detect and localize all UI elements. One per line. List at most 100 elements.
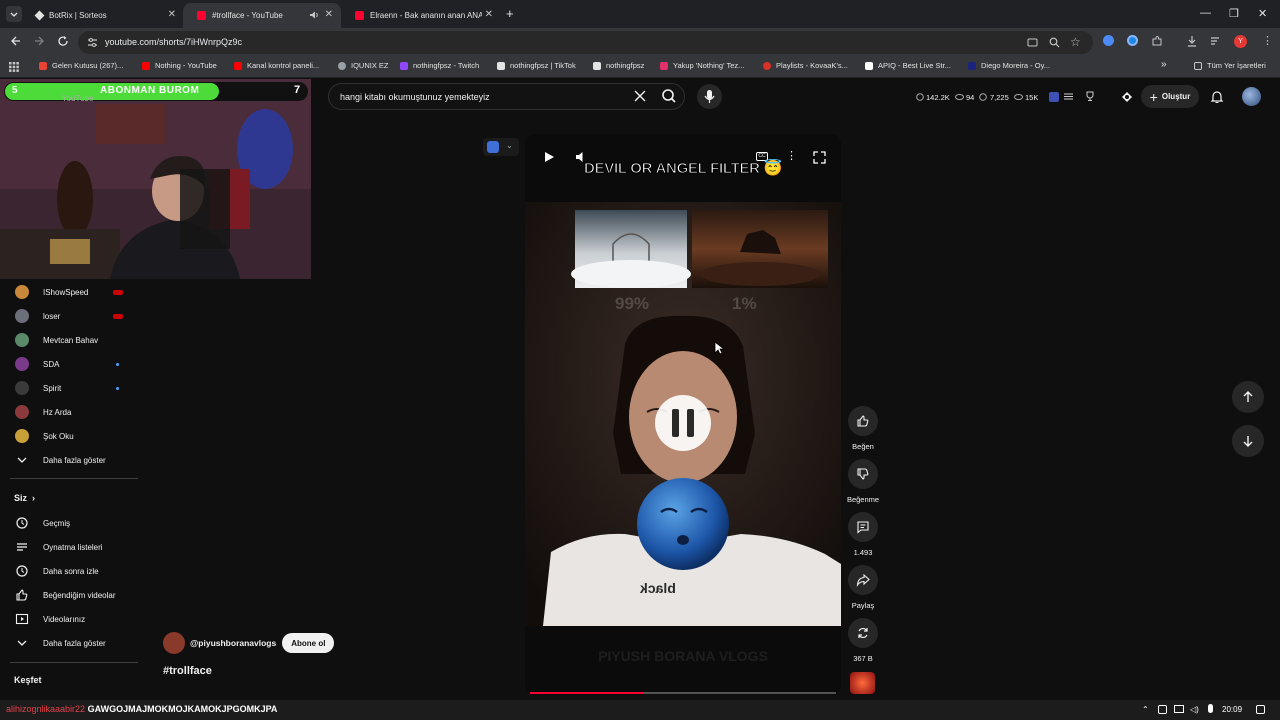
- ticker-username: alihizognlikaaabir22: [6, 704, 86, 714]
- shorts-upload-icon[interactable]: [1120, 90, 1134, 104]
- sidebar-item-liked[interactable]: Beğendiğim videolar: [0, 583, 138, 607]
- zoom-icon[interactable]: [1049, 37, 1060, 48]
- new-tab-icon[interactable]: +: [506, 6, 514, 21]
- bookmark-tiktok[interactable]: nothingfpsz | TikTok: [497, 61, 576, 70]
- bookmark-kovaaks[interactable]: Playlists - KovaaK's...: [763, 61, 848, 70]
- sidebar-you-heading[interactable]: Siz ›: [14, 493, 35, 503]
- bookmark-studio[interactable]: Kanal kontrol paneli...: [234, 61, 319, 70]
- extensions-puzzle-icon[interactable]: [1151, 35, 1163, 47]
- ticker-message: GAWGOJMAJMOKMOJKAMOKJPGOMKJPA: [87, 704, 278, 714]
- sidebar-item-label: Spirit: [43, 383, 62, 393]
- profile-avatar[interactable]: Y: [1234, 35, 1247, 48]
- download-icon[interactable]: [1186, 35, 1198, 47]
- forward-icon[interactable]: [33, 35, 45, 47]
- video-progress-bar[interactable]: [530, 692, 836, 694]
- sidebar-item-subscription[interactable]: Şok Oku: [0, 424, 138, 448]
- tab-title: #trollface - YouTube: [212, 11, 283, 20]
- sidebar-item-label: IShowSpeed: [43, 287, 89, 297]
- sidebar-item-your-videos[interactable]: Videolarınız: [0, 607, 138, 631]
- channel-watermark: PIYUSH BORANA VLOGS: [598, 648, 768, 664]
- sidebar-item-watch-later[interactable]: Daha sonra izle: [0, 559, 138, 583]
- trophy-icon[interactable]: [1085, 91, 1095, 101]
- sidebar-item-playlists[interactable]: Oynatma listeleri: [0, 535, 138, 559]
- search-input[interactable]: hangi kitabı okumuştunuz yemekteyiz: [328, 83, 685, 110]
- sidebar-item-subscription[interactable]: loser: [0, 304, 138, 328]
- sidebar-item-subscription[interactable]: IShowSpeed: [0, 280, 138, 304]
- sidebar-item-subscription[interactable]: Mevtcan Bahav: [0, 328, 138, 352]
- channel-name[interactable]: @piyushboranavlogs: [190, 638, 276, 648]
- bookmark-youtube[interactable]: Nothing - YouTube: [142, 61, 217, 70]
- subscribe-button[interactable]: Abone ol: [282, 633, 335, 653]
- install-app-icon[interactable]: [1027, 37, 1038, 48]
- bookmark-apiq[interactable]: APIQ - Best Live Str...: [865, 61, 951, 70]
- reload-icon[interactable]: [57, 35, 69, 47]
- sidebar-item-subscription[interactable]: SDA: [0, 352, 138, 376]
- remix-button[interactable]: 367 B: [843, 618, 883, 663]
- close-window-icon[interactable]: ✕: [1258, 7, 1267, 20]
- tab-elraenn[interactable]: Elraenn - Bak ananın anan ANA ✕: [341, 3, 501, 28]
- microphone-tray-icon[interactable]: [1208, 704, 1213, 713]
- shorts-player[interactable]: CC ⋮ DEVIL OR ANGEL FILTER 😇 99% 1% blac…: [525, 134, 841, 695]
- bookmark-instagram[interactable]: Yakup 'Nothing' Tez...: [660, 61, 744, 70]
- stat-total: 15K: [1025, 93, 1039, 102]
- notifications-bell-icon[interactable]: [1210, 90, 1224, 104]
- video-hashtag[interactable]: #trollface: [163, 665, 212, 677]
- search-button[interactable]: [650, 83, 688, 110]
- sidebar-item-subscription[interactable]: Spirit: [0, 376, 138, 400]
- next-short-button[interactable]: [1232, 425, 1264, 457]
- share-button[interactable]: Paylaş: [843, 565, 883, 610]
- iq-extension-button[interactable]: ⌄: [483, 138, 519, 156]
- create-button[interactable]: + Oluştur: [1141, 85, 1199, 108]
- clear-search-icon[interactable]: [634, 90, 646, 102]
- dislike-button[interactable]: Beğenme: [843, 459, 883, 504]
- channel-avatar: [15, 285, 29, 299]
- bookmark-twitch[interactable]: nothingfpsz - Twitch: [400, 61, 479, 70]
- account-avatar[interactable]: [1242, 87, 1261, 106]
- sidebar-item-history[interactable]: Geçmiş: [0, 511, 138, 535]
- back-icon[interactable]: [10, 35, 22, 47]
- tray-chevron-icon[interactable]: ⌃: [1142, 705, 1149, 714]
- sidebar-show-more-2[interactable]: Daha fazla göster: [0, 631, 138, 655]
- site-info-icon[interactable]: [87, 37, 98, 48]
- volume-tray-icon[interactable]: ◁): [1190, 705, 1199, 714]
- network-icon[interactable]: [1174, 705, 1184, 713]
- bookmark-diego[interactable]: Diego Moreira - Oy...: [968, 61, 1050, 70]
- arrow-down-icon: [1243, 436, 1253, 447]
- extension-blue-icon[interactable]: [1103, 35, 1114, 46]
- bookmark-gmail[interactable]: Gelen Kutusu (267)...: [39, 61, 123, 70]
- apps-grid-icon[interactable]: [9, 62, 19, 72]
- extension-globe-icon[interactable]: [1127, 35, 1138, 46]
- extension-widget-icon[interactable]: [1049, 92, 1059, 102]
- taskbar-clock: 20:09: [1222, 705, 1243, 714]
- fullscreen-icon[interactable]: [813, 151, 826, 164]
- close-tab-icon[interactable]: ✕: [485, 9, 493, 20]
- like-button[interactable]: Beğen: [843, 406, 883, 451]
- list-icon[interactable]: [1064, 92, 1073, 101]
- previous-short-button[interactable]: [1232, 381, 1264, 413]
- bookmark-x[interactable]: nothingfpsz: [593, 61, 644, 70]
- close-tab-icon[interactable]: ✕: [325, 9, 333, 20]
- sidebar-show-more[interactable]: Daha fazla göster: [0, 448, 138, 472]
- address-bar[interactable]: youtube.com/shorts/7iHWnrpQz9c ☆: [78, 31, 1093, 54]
- voice-search-button[interactable]: [697, 84, 722, 109]
- more-bookmarks-icon[interactable]: »: [1161, 59, 1167, 70]
- tab-trollface[interactable]: #trollface - YouTube ✕: [183, 3, 341, 28]
- channel-avatar[interactable]: [163, 632, 185, 654]
- menu-kebab-icon[interactable]: ⋮: [1262, 35, 1273, 47]
- tab-botrix[interactable]: BotRix | Sorteos ✕: [22, 3, 184, 28]
- minimize-icon[interactable]: —: [1200, 7, 1211, 19]
- close-tab-icon[interactable]: ✕: [168, 9, 176, 20]
- comments-button[interactable]: 1.493: [843, 512, 883, 557]
- audio-thumbnail[interactable]: [850, 672, 875, 694]
- sidebar-item-subscription[interactable]: Hz Arda: [0, 400, 138, 424]
- speaker-icon[interactable]: [309, 10, 319, 20]
- tab-search-button[interactable]: [6, 6, 22, 22]
- restore-icon[interactable]: ❐: [1229, 7, 1239, 20]
- streamer-webcam: [0, 79, 311, 279]
- bookmark-iqunix[interactable]: IQUNIX EZ: [338, 61, 389, 70]
- notification-center-icon[interactable]: [1256, 705, 1265, 714]
- bookmark-star-icon[interactable]: ☆: [1070, 35, 1081, 49]
- tray-app-icon[interactable]: [1158, 705, 1167, 714]
- tab-list-icon[interactable]: [1210, 35, 1222, 47]
- all-bookmarks-folder[interactable]: Tüm Yer İşaretleri: [1194, 61, 1266, 70]
